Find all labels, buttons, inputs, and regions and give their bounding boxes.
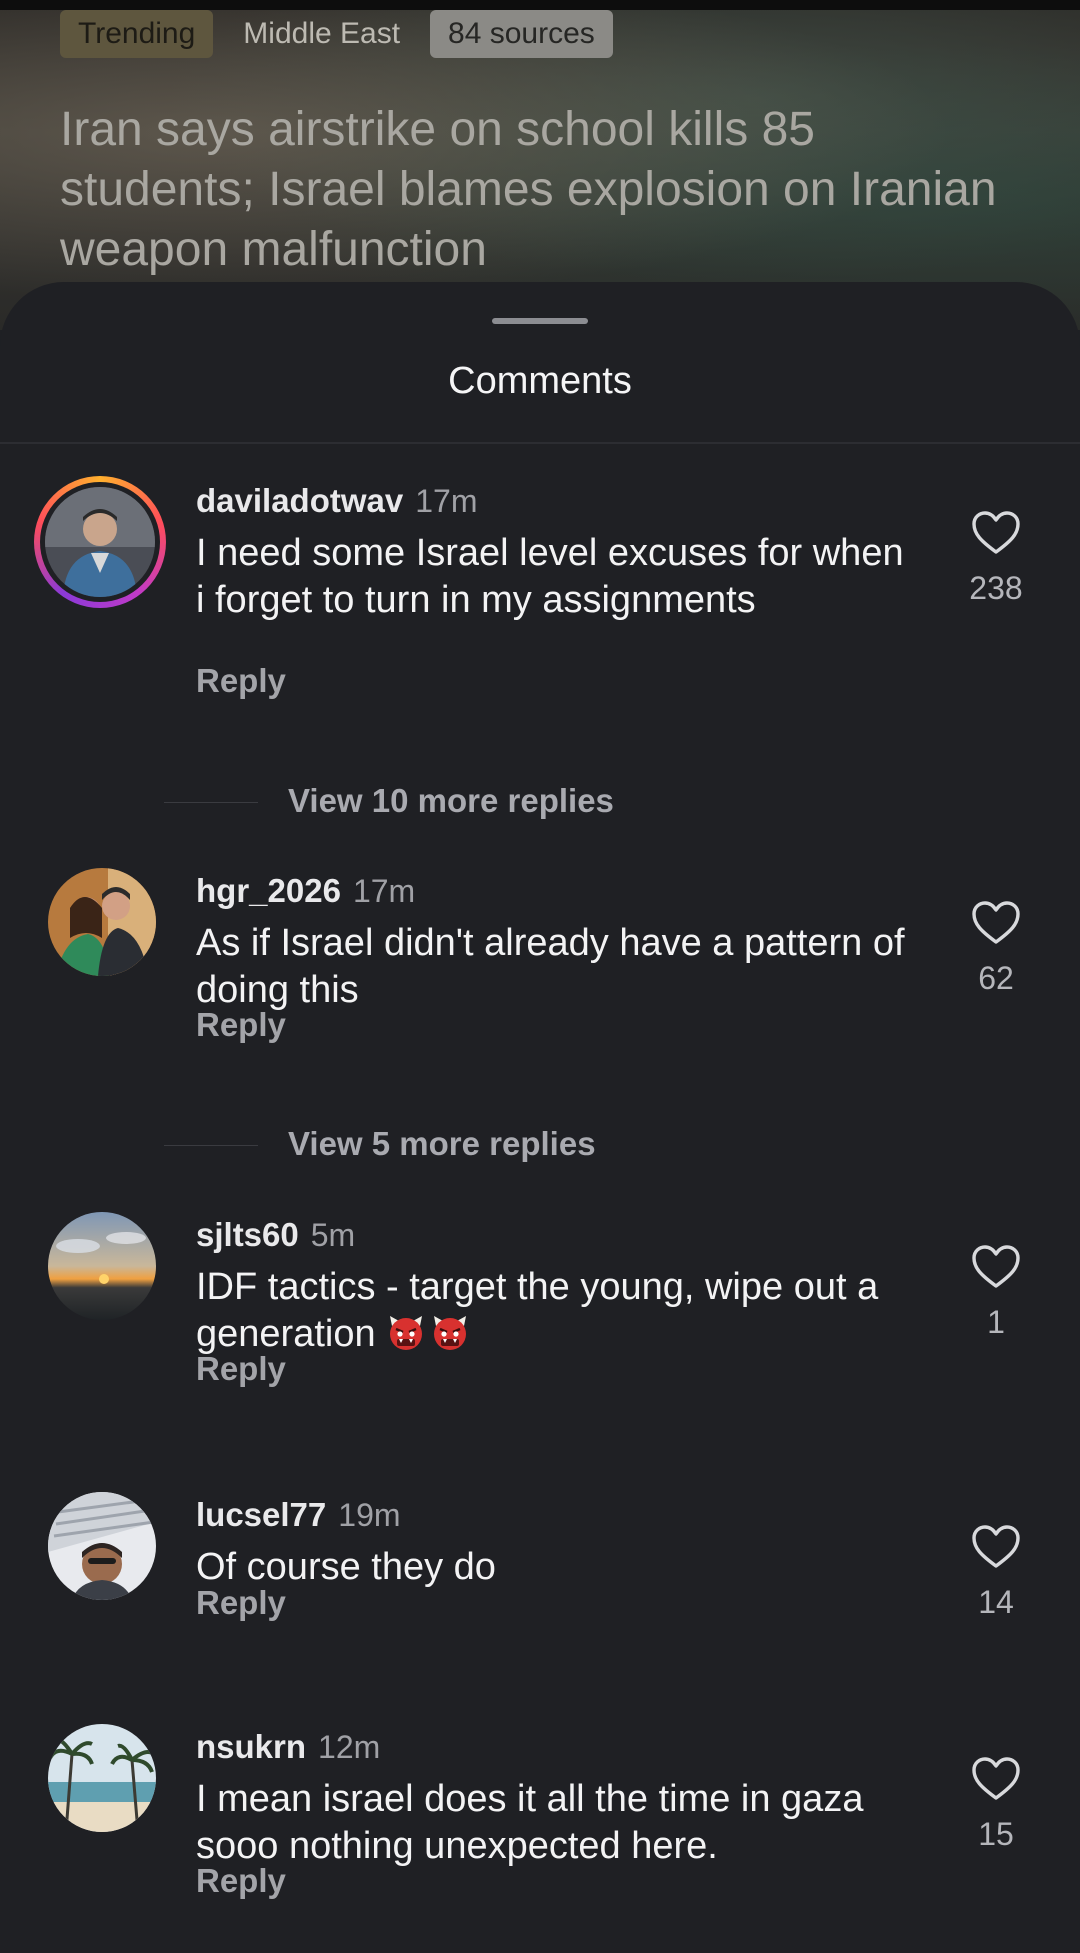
username[interactable]: lucsel77 — [196, 1496, 326, 1533]
comment-meta: daviladotwav 17m — [196, 482, 477, 520]
comment-meta: nsukrn 12m — [196, 1728, 380, 1766]
timestamp: 5m — [310, 1217, 356, 1253]
comment-text: IDF tactics - target the young, wipe out… — [196, 1264, 916, 1358]
timestamp: 12m — [318, 1729, 381, 1765]
story-header[interactable]: Trending Middle East 84 sources Iran say… — [0, 0, 1080, 330]
username[interactable]: daviladotwav — [196, 482, 403, 519]
ogre-emoji-icon — [433, 1316, 466, 1350]
reply-button[interactable]: Reply — [196, 1584, 286, 1622]
like-count: 15 — [978, 1816, 1014, 1852]
username[interactable]: sjlts60 — [196, 1216, 299, 1253]
heart-outline-icon — [972, 1757, 1020, 1800]
heart-outline-icon — [972, 901, 1020, 944]
comment-text-content: IDF tactics - target the young, wipe out… — [196, 1266, 879, 1355]
avatar-photo — [48, 868, 156, 976]
trending-chip[interactable]: Trending — [60, 10, 214, 58]
like-button[interactable]: 1 — [966, 1244, 1026, 1341]
heart-outline-icon — [972, 511, 1020, 554]
status-strip — [0, 0, 1080, 10]
comment-meta: lucsel77 19m — [196, 1496, 401, 1534]
heart-outline-icon — [972, 1525, 1020, 1568]
header-divider — [0, 442, 1080, 444]
comment-meta: hgr_2026 17m — [196, 872, 415, 910]
comment-meta: sjlts60 5m — [196, 1216, 355, 1254]
ogre-emoji-icon — [389, 1316, 422, 1350]
like-count: 238 — [969, 570, 1023, 606]
heart-outline-icon — [972, 1245, 1020, 1288]
like-button[interactable]: 238 — [966, 510, 1026, 607]
username[interactable]: nsukrn — [196, 1728, 306, 1765]
like-button[interactable]: 14 — [966, 1524, 1026, 1621]
comments-sheet: Comments daviladotwav 17m I need some Isr… — [0, 282, 1080, 1953]
timestamp: 17m — [415, 483, 478, 519]
reply-button[interactable]: Reply — [196, 1862, 286, 1900]
reply-button[interactable]: Reply — [196, 1350, 286, 1388]
comment-text: As if Israel didn't already have a patte… — [196, 922, 905, 1011]
reply-button[interactable]: Reply — [196, 662, 286, 700]
avatar[interactable] — [34, 476, 166, 608]
thread-line — [164, 1145, 258, 1146]
avatar-photo — [48, 1724, 156, 1832]
timestamp: 19m — [338, 1497, 401, 1533]
avatar-photo — [48, 1212, 156, 1320]
like-button[interactable]: 15 — [966, 1756, 1026, 1853]
view-more-replies-label[interactable]: View 5 more replies — [288, 1125, 596, 1163]
like-button[interactable]: 62 — [966, 900, 1026, 997]
story-chips: Trending Middle East 84 sources — [60, 10, 613, 58]
avatar-photo — [45, 487, 155, 597]
timestamp: 17m — [352, 873, 416, 909]
sheet-drag-handle[interactable] — [492, 318, 588, 324]
avatar[interactable] — [48, 1492, 156, 1600]
view-more-replies-label[interactable]: View 10 more replies — [288, 782, 614, 820]
like-count: 62 — [978, 960, 1014, 996]
comment-text: Of course they do — [196, 1546, 496, 1588]
username[interactable]: hgr_2026 — [196, 872, 341, 909]
region-chip[interactable]: Middle East — [231, 10, 412, 58]
comment-text: I need some Israel level excuses for whe… — [196, 532, 904, 621]
like-count: 1 — [987, 1304, 1005, 1340]
avatar[interactable] — [48, 1212, 156, 1320]
reply-button[interactable]: Reply — [196, 1006, 286, 1044]
story-headline[interactable]: Iran says airstrike on school kills 85 s… — [60, 100, 1020, 280]
sources-chip[interactable]: 84 sources — [430, 10, 613, 58]
comment-text: I mean israel does it all the time in ga… — [196, 1778, 864, 1867]
like-count: 14 — [978, 1584, 1014, 1620]
avatar-photo — [48, 1492, 156, 1600]
comments-title: Comments — [448, 360, 632, 402]
avatar[interactable] — [48, 1724, 156, 1832]
avatar[interactable] — [48, 868, 156, 976]
thread-line — [164, 802, 258, 803]
